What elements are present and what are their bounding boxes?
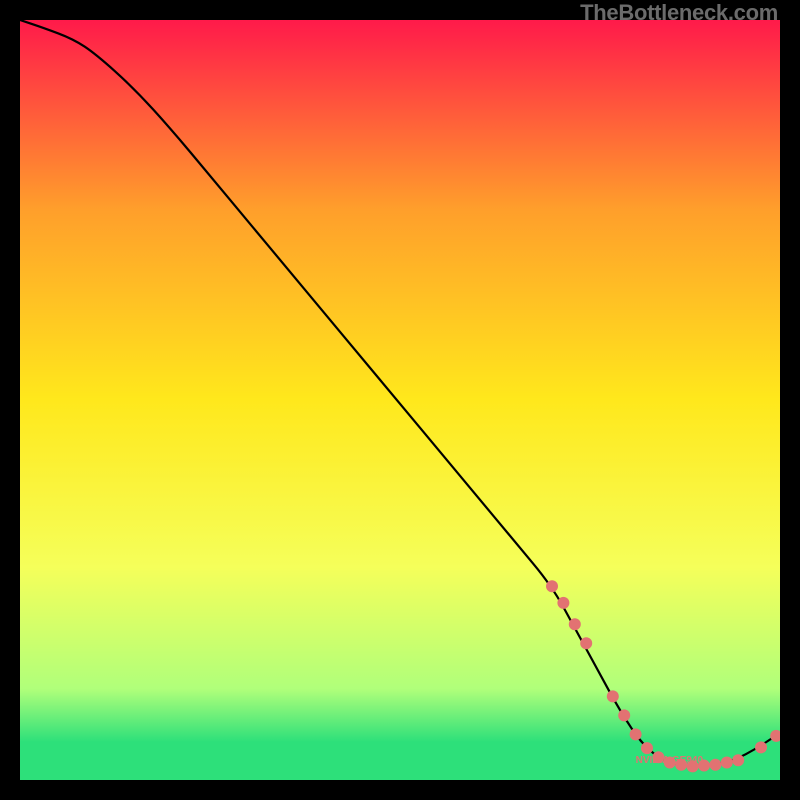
data-marker [580,637,592,649]
data-marker [770,730,780,742]
data-marker [607,690,619,702]
data-marker [630,728,642,740]
data-marker [557,597,569,609]
chart-frame: NVIDIA GE940 [20,20,780,780]
data-marker [618,709,630,721]
data-marker [721,757,733,769]
bottleneck-curve [20,20,780,766]
series-label: NVIDIA GE940 [636,755,704,766]
chart-curve-layer: NVIDIA GE940 [20,20,780,780]
marker-group [546,580,780,772]
watermark-text: TheBottleneck.com [580,0,778,26]
data-marker [755,741,767,753]
data-marker [709,759,721,771]
data-marker [732,754,744,766]
data-marker [569,618,581,630]
data-marker [546,580,558,592]
data-marker [641,742,653,754]
